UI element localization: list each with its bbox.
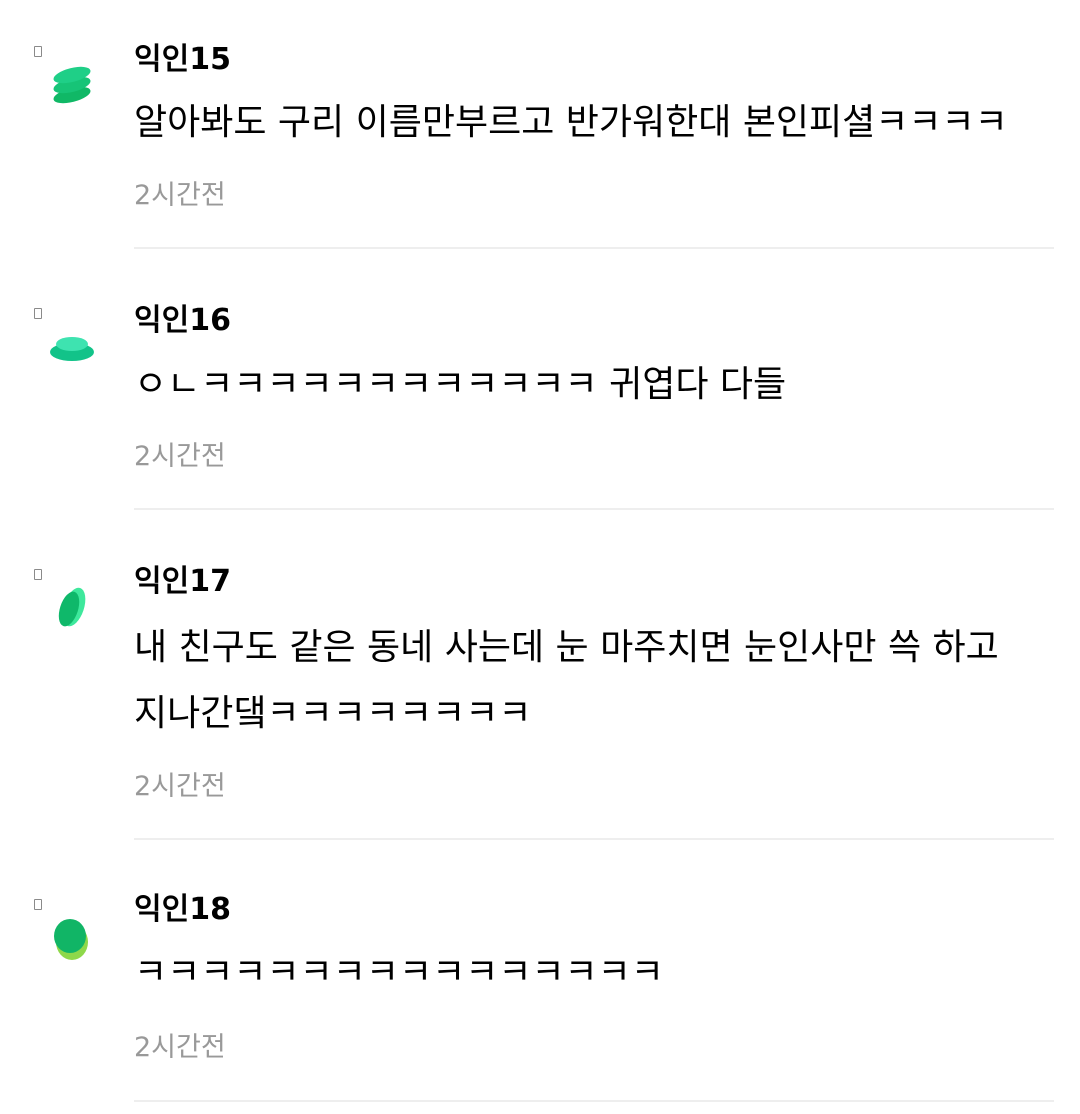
green-stacked-discs-icon <box>44 58 100 114</box>
comment-list: 익인15 알아봐도 구리 이름만부르고 반가워한대 본인피셜ㅋㅋㅋㅋ 2시간전 … <box>0 0 1080 1114</box>
divider <box>134 508 1054 510</box>
item-marker-icon <box>34 899 42 910</box>
green-lime-blob-icon <box>44 912 100 968</box>
comment-text: ㅇㄴㅋㅋㅋㅋㅋㅋㅋㅋㅋㅋㅋㅋ 귀엽다 다들 <box>134 364 787 405</box>
comment-author[interactable]: 익인15 <box>134 42 231 78</box>
comment-author[interactable]: 익인18 <box>134 892 231 928</box>
comment-text: 내 친구도 같은 동네 사는데 눈 마주치면 눈인사만 쓱 하고 지나간댘ㅋㅋㅋ… <box>134 627 999 734</box>
divider <box>134 247 1054 249</box>
comment-timestamp: 2시간전 <box>134 1032 226 1063</box>
item-marker-icon <box>34 308 42 319</box>
comment-text: ㅋㅋㅋㅋㅋㅋㅋㅋㅋㅋㅋㅋㅋㅋㅋㅋ <box>134 952 664 993</box>
comment-item: 익인18 ㅋㅋㅋㅋㅋㅋㅋㅋㅋㅋㅋㅋㅋㅋㅋㅋ 2시간전 <box>0 852 1080 1114</box>
comment-text: 알아봐도 구리 이름만부르고 반가워한대 본인피셜ㅋㅋㅋㅋ <box>134 102 1008 143</box>
comment-author[interactable]: 익인16 <box>134 303 231 339</box>
divider <box>134 838 1054 840</box>
comment-item: 익인15 알아봐도 구리 이름만부르고 반가워한대 본인피셜ㅋㅋㅋㅋ 2시간전 <box>0 0 1080 250</box>
item-marker-icon <box>34 569 42 580</box>
comment-author[interactable]: 익인17 <box>134 564 231 600</box>
green-tilted-leaf-icon <box>44 580 100 636</box>
comment-timestamp: 2시간전 <box>134 441 226 472</box>
comment-timestamp: 2시간전 <box>134 180 226 211</box>
divider <box>134 1100 1054 1102</box>
comment-item: 익인16 ㅇㄴㅋㅋㅋㅋㅋㅋㅋㅋㅋㅋㅋㅋ 귀엽다 다들 2시간전 <box>0 261 1080 511</box>
item-marker-icon <box>34 46 42 57</box>
green-flat-discs-icon <box>44 321 100 377</box>
comment-item: 익인17 내 친구도 같은 동네 사는데 눈 마주치면 눈인사만 쓱 하고 지나… <box>0 522 1080 842</box>
comment-timestamp: 2시간전 <box>134 771 226 802</box>
